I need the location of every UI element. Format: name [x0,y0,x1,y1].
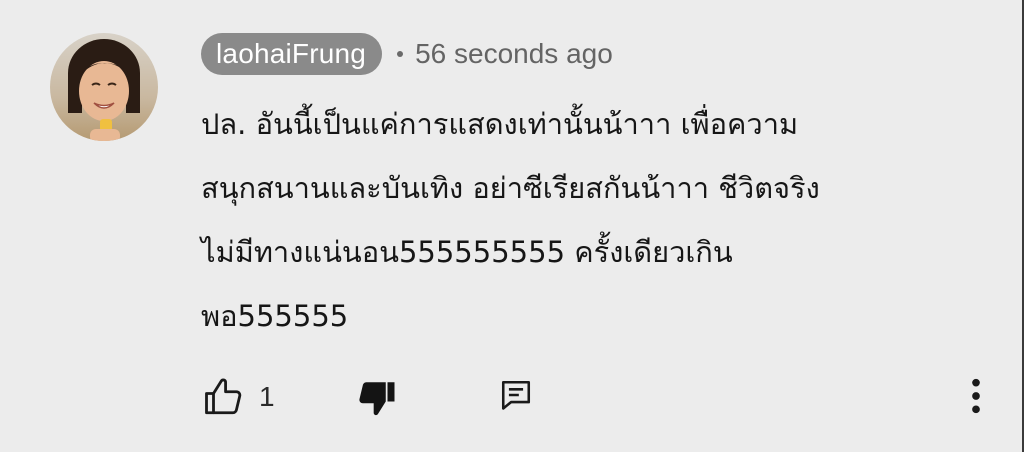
reply-comment-icon [501,380,531,410]
thumbs-down-icon [359,382,395,416]
comment-actions: 1 [0,372,1024,422]
timestamp[interactable]: 56 seconds ago [415,33,613,75]
comment-line: ไม่มีทางแน่นอน555555555 ครั้งเดียวเกิน [201,235,733,269]
like-count: 1 [259,381,275,412]
comment-text: ปล. อันนี้เป็นแค่การแสดงเท่านั้นน้าาา เพ… [201,92,991,348]
thumbs-up-icon [205,378,242,415]
comment-line: พอ555555 [201,299,349,333]
like-button[interactable]: 1 [203,375,275,419]
comment-header: laohaiFrung 56 seconds ago [201,33,613,75]
separator-dot [397,51,404,57]
more-actions-button[interactable] [966,376,986,416]
author-name[interactable]: laohaiFrung [201,33,383,75]
more-vertical-icon [972,378,980,414]
dislike-button[interactable] [356,377,398,419]
avatar-photo [50,33,158,141]
reply-button[interactable] [499,378,533,412]
comment-line: ปล. อันนี้เป็นแค่การแสดงเท่านั้นน้าาา เพ… [201,107,799,141]
comment-line: สนุกสนานและบันเทิง อย่าซีเรียสกันน้าาา ช… [201,171,820,205]
avatar[interactable] [50,33,158,141]
